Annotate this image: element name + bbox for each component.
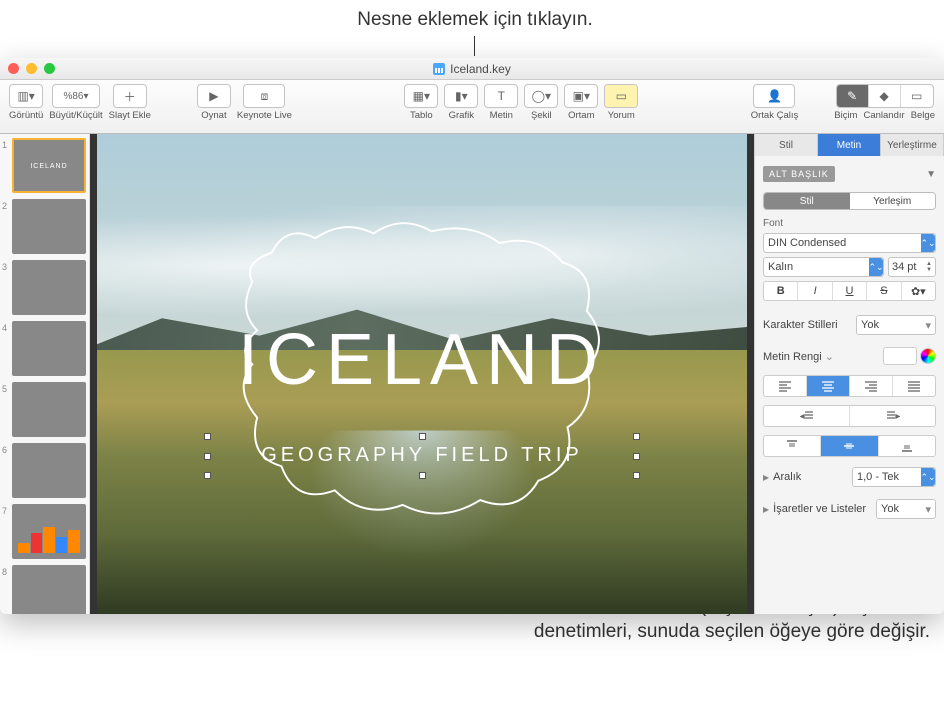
bold-button[interactable]: B	[764, 282, 798, 300]
text-color-label: Metin Rengi	[763, 351, 822, 363]
slide-thumb[interactable]: 6	[4, 443, 85, 498]
zoom-button[interactable]: %86 ▾	[53, 85, 99, 107]
indent-row	[763, 405, 936, 427]
tab-style[interactable]: Stil	[755, 134, 818, 156]
font-size-stepper[interactable]: 34 pt▲▼	[888, 257, 936, 277]
font-weight-select[interactable]: Kalın⌃⌄	[763, 257, 884, 277]
toolbar: ▥▾ Görüntü %86 ▾ Büyüt/Küçült ＋ Slayt Ek…	[0, 80, 944, 134]
font-family-select[interactable]: DIN Condensed⌃⌄	[763, 233, 936, 253]
slide-thumb[interactable]: 2	[4, 199, 85, 254]
media-label: Ortam	[568, 111, 594, 121]
char-styles-label: Karakter Stilleri	[763, 319, 838, 331]
color-wheel-icon[interactable]	[920, 348, 936, 364]
shape-button[interactable]: ◯▾	[525, 85, 557, 107]
shape-label: Şekil	[531, 111, 552, 121]
text-label: Metin	[490, 111, 513, 121]
keynote-live-button[interactable]: ⧈	[244, 85, 284, 107]
strike-button[interactable]: S	[867, 282, 901, 300]
format-label: Biçim	[834, 111, 857, 121]
window-title: Iceland.key	[0, 62, 944, 76]
annotation-top: Nesne eklemek için tıklayın.	[310, 8, 640, 33]
media-button[interactable]: ▣▾	[565, 85, 597, 107]
add-slide-button[interactable]: ＋	[114, 85, 146, 107]
char-styles-select[interactable]: Yok▾	[856, 315, 936, 335]
chart-button[interactable]: ▮▾	[445, 85, 477, 107]
tab-arrange[interactable]: Yerleştirme	[881, 134, 944, 156]
titlebar: Iceland.key	[0, 58, 944, 80]
app-window: Iceland.key ▥▾ Görüntü %86 ▾ Büyüt/Küçül…	[0, 58, 944, 614]
paragraph-style[interactable]: ALT BAŞLIK	[763, 166, 835, 182]
slide-canvas[interactable]: ICELAND GEOGRAPHY FIELD TRIP	[90, 134, 754, 614]
subtab-style[interactable]: Stil	[764, 193, 850, 209]
slide[interactable]: ICELAND GEOGRAPHY FIELD TRIP	[97, 134, 747, 614]
text-align-row	[763, 375, 936, 397]
inspector-tabs: Stil Metin Yerleştirme	[755, 134, 944, 156]
window-title-text: Iceland.key	[450, 62, 511, 76]
document-label: Belge	[911, 111, 935, 121]
subtab-layout[interactable]: Yerleşim	[850, 193, 936, 209]
slide-thumb[interactable]: 4	[4, 321, 85, 376]
slide-thumb[interactable]: 8	[4, 565, 85, 614]
tab-text[interactable]: Metin	[818, 134, 881, 156]
align-justify-button[interactable]	[893, 376, 935, 396]
valign-bottom-button[interactable]	[879, 436, 935, 456]
disclosure-triangle-icon[interactable]: ▶	[763, 505, 769, 514]
italic-button[interactable]: I	[798, 282, 832, 300]
selection-handles	[207, 436, 637, 476]
view-button[interactable]: ▥▾	[10, 85, 42, 107]
slide-thumb[interactable]: 7	[4, 504, 85, 559]
table-label: Tablo	[410, 111, 433, 121]
underline-button[interactable]: U	[833, 282, 867, 300]
color-well[interactable]	[883, 347, 917, 365]
comment-button[interactable]: ▭	[605, 85, 637, 107]
valign-top-button[interactable]	[764, 436, 821, 456]
align-right-button[interactable]	[850, 376, 893, 396]
collaborate-button[interactable]: 👤	[754, 85, 794, 107]
play-button[interactable]: ▶	[198, 85, 230, 107]
document-button[interactable]: ▭	[901, 85, 933, 107]
play-label: Oynat	[201, 111, 226, 121]
outdent-button[interactable]	[764, 406, 850, 426]
disclosure-triangle-icon[interactable]: ▶	[763, 473, 769, 482]
valign-row	[763, 435, 936, 457]
chevron-down-icon[interactable]: ⌄	[825, 351, 834, 363]
align-center-button[interactable]	[807, 376, 850, 396]
table-button[interactable]: ▦▾	[405, 85, 437, 107]
spacing-label: Aralık	[773, 471, 801, 483]
inspector-subtabs: Stil Yerleşim	[763, 192, 936, 210]
animate-button[interactable]: ◆	[869, 85, 901, 107]
valign-middle-button[interactable]	[821, 436, 878, 456]
document-icon	[433, 63, 445, 75]
slide-thumb[interactable]: 3	[4, 260, 85, 315]
animate-label: Canlandır	[863, 111, 904, 121]
align-left-button[interactable]	[764, 376, 807, 396]
collaborate-label: Ortak Çalış	[751, 111, 799, 121]
annotation-line	[474, 36, 475, 56]
bullets-select[interactable]: Yok▾	[876, 499, 936, 519]
text-button[interactable]: T	[485, 85, 517, 107]
chevron-down-icon[interactable]: ▼	[926, 169, 936, 180]
advanced-button[interactable]: ✿▾	[902, 282, 935, 300]
indent-button[interactable]	[850, 406, 935, 426]
format-button[interactable]: ✎	[837, 85, 869, 107]
slide-title[interactable]: ICELAND	[97, 319, 747, 401]
slide-thumb[interactable]: 1ICELAND	[4, 138, 85, 193]
slide-navigator[interactable]: 1ICELAND 2 3 4 5 6 7 8	[0, 134, 90, 614]
zoom-label: Büyüt/Küçült	[49, 111, 102, 121]
view-label: Görüntü	[9, 111, 43, 121]
keynote-live-label: Keynote Live	[237, 111, 292, 121]
bullets-label: İşaretler ve Listeler	[773, 503, 866, 515]
slide-thumb[interactable]: 5	[4, 382, 85, 437]
spacing-select[interactable]: 1,0 - Tek⌃⌄	[852, 467, 936, 487]
font-label: Font	[763, 218, 936, 229]
comment-label: Yorum	[608, 111, 635, 121]
format-inspector: Stil Metin Yerleştirme ALT BAŞLIK ▼ Stil…	[754, 134, 944, 614]
chart-label: Grafik	[449, 111, 474, 121]
add-slide-label: Slayt Ekle	[109, 111, 151, 121]
